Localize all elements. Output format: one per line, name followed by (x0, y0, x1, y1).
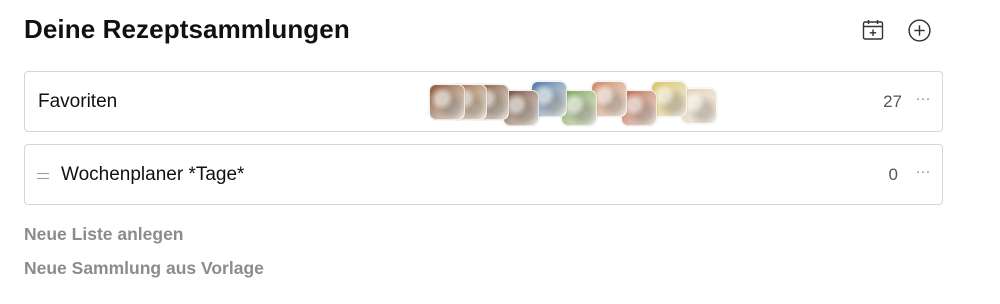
collection-card-favoriten[interactable]: Favoriten 27 ··· (24, 71, 943, 132)
more-options-icon[interactable]: ··· (914, 89, 932, 109)
drag-handle-icon[interactable] (37, 173, 49, 179)
page-title: Deine Rezeptsammlungen (24, 14, 350, 44)
recipe-collections-page: Deine Rezeptsammlungen Favoriten 27 ··· … (0, 0, 1000, 304)
collection-card-wochenplaner[interactable]: Wochenplaner *Tage* 0 ··· (24, 144, 943, 205)
food-photo-icon (429, 84, 465, 120)
collection-name: Wochenplaner *Tage* (61, 164, 245, 185)
recipe-thumbnails (429, 81, 749, 126)
new-from-template-button[interactable]: Neue Sammlung aus Vorlage (24, 258, 264, 279)
calendar-add-icon[interactable] (860, 17, 886, 43)
more-options-icon[interactable]: ··· (914, 162, 932, 182)
collection-count: 27 (883, 92, 902, 111)
collection-count: 0 (888, 165, 898, 184)
add-circle-icon[interactable] (906, 17, 932, 43)
new-list-button[interactable]: Neue Liste anlegen (24, 224, 184, 245)
collection-name: Favoriten (38, 91, 118, 112)
